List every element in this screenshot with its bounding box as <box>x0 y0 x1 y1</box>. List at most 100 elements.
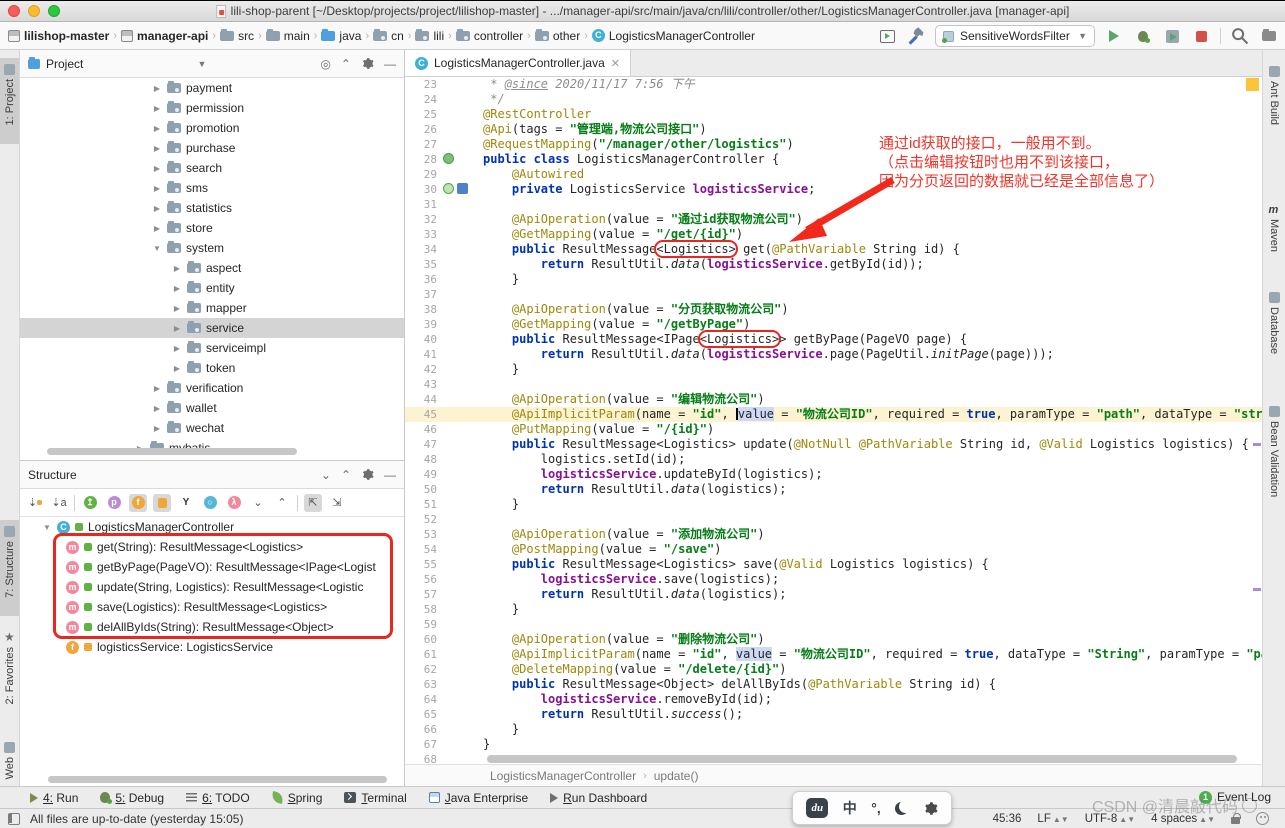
expand-all-icon[interactable]: ⌄ <box>249 494 267 512</box>
show-fields-icon[interactable]: f <box>129 493 147 512</box>
project-structure-button[interactable] <box>1259 26 1279 46</box>
code-line-59[interactable]: 59 <box>405 617 1262 632</box>
code-line-33[interactable]: 33 @GetMapping(value = "/get/{id}") <box>405 227 1262 242</box>
code-line-29[interactable]: 29 @Autowired <box>405 167 1262 182</box>
chevron-collapsed-icon[interactable]: ▶ <box>152 124 162 133</box>
code-line-28[interactable]: 28 public class LogisticsManagerControlle… <box>405 152 1262 167</box>
chevron-collapsed-icon[interactable]: ▶ <box>172 304 182 313</box>
code-line-55[interactable]: 55 public ResultMessage<Logistics> save(… <box>405 557 1262 572</box>
code-line-34[interactable]: 34 public ResultMessage<Logistics> get(@… <box>405 242 1262 257</box>
code-line-65[interactable]: 65 return ResultUtil.success(); <box>405 707 1262 722</box>
code-line-39[interactable]: 39 @GetMapping(value = "/getByPage") <box>405 317 1262 332</box>
code-line-42[interactable]: 42 } <box>405 362 1262 377</box>
code-line-61[interactable]: 61 @ApiImplicitParam(name = "id", value … <box>405 647 1262 662</box>
chevron-collapsed-icon[interactable]: ▶ <box>172 284 182 293</box>
collapse-all-icon[interactable]: ⌃ <box>341 58 351 70</box>
hide-panel-icon[interactable]: — <box>384 58 396 70</box>
chevron-collapsed-icon[interactable]: ▶ <box>152 84 162 93</box>
code-line-26[interactable]: 26 @Api(tags = "管理端,物流公司接口") <box>405 122 1262 137</box>
encoding-widget[interactable]: UTF-8 ▲▼ <box>1085 813 1135 825</box>
show-lambdas-icon[interactable]: λ <box>225 494 243 512</box>
tree-item-store[interactable]: ▶ store <box>20 218 404 238</box>
gear-icon[interactable] <box>361 468 374 481</box>
tool-window-button-run[interactable]: 4: Run <box>30 791 78 805</box>
chevron-down-icon[interactable]: ▼ <box>197 59 206 69</box>
breadcrumb-item-controller[interactable]: controller <box>455 28 523 43</box>
code-line-57[interactable]: 57 return ResultUtil.data(logistics); <box>405 587 1262 602</box>
stripe-tab-antbuild[interactable]: Ant Build <box>1263 60 1285 131</box>
gear-icon[interactable] <box>361 57 374 70</box>
chevron-collapsed-icon[interactable]: ▶ <box>152 424 162 433</box>
show-interfaces-icon[interactable]: ○ <box>201 494 219 512</box>
breadcrumb-item-main[interactable]: main <box>265 28 310 43</box>
code-line-45[interactable]: 45 @ApiImplicitParam(name = "id", value … <box>405 407 1262 422</box>
code-viewport[interactable]: 23 * @since 2020/11/17 7:56 下午 24 */25 @Re… <box>405 77 1262 770</box>
show-properties-icon[interactable]: p <box>105 494 123 512</box>
sort-by-visibility-icon[interactable]: ⇣ <box>26 494 44 512</box>
indent-widget[interactable]: 4 spaces ▲▼ <box>1151 813 1215 825</box>
line-ending-widget[interactable]: LF ▲▼ <box>1037 813 1068 825</box>
editor-horizontal-scrollbar[interactable] <box>487 755 1237 763</box>
show-anonymous-icon[interactable]: Y <box>177 494 195 512</box>
chevron-collapsed-icon[interactable]: ▶ <box>172 364 182 373</box>
breadcrumb-item-other[interactable]: other <box>534 28 580 43</box>
code-line-54[interactable]: 54 @PostMapping(value = "/save") <box>405 542 1262 557</box>
ime-baidu-icon[interactable]: du <box>806 798 829 818</box>
tree-item-payment[interactable]: ▶ payment <box>20 78 404 98</box>
tree-item-wallet[interactable]: ▶ wallet <box>20 398 404 418</box>
breadcrumb-item-cn[interactable]: cn <box>373 28 404 43</box>
error-stripe-occurrence-mark[interactable] <box>1253 588 1261 591</box>
code-line-43[interactable]: 43 <box>405 377 1262 392</box>
event-log-button[interactable]: 1 Event Log <box>1198 786 1271 808</box>
stop-button[interactable] <box>1191 26 1211 46</box>
breadcrumb-item-src[interactable]: src <box>220 28 254 43</box>
code-line-64[interactable]: 64 logisticsService.removeById(id); <box>405 692 1262 707</box>
code-line-51[interactable]: 51 } <box>405 497 1262 512</box>
code-line-52[interactable]: 52 <box>405 512 1262 527</box>
tool-window-toggle-icon[interactable] <box>8 812 20 825</box>
stripe-tab-favorites[interactable]: ★ 2: Favorites <box>0 626 19 726</box>
code-line-30[interactable]: 30 private LogisticsService logisticsSer… <box>405 182 1262 197</box>
chevron-expanded-icon[interactable]: ▼ <box>42 523 52 532</box>
tree-item-purchase[interactable]: ▶ purchase <box>20 138 404 158</box>
structure-item[interactable]: ▼ C LogisticsManagerController <box>20 517 404 537</box>
code-line-66[interactable]: 66 } <box>405 722 1262 737</box>
spring-bean-icon[interactable] <box>443 153 454 164</box>
stripe-tab-beanvalidation[interactable]: Bean Validation <box>1263 400 1285 503</box>
code-line-37[interactable]: 37 <box>405 287 1262 302</box>
run-with-coverage-button[interactable] <box>1162 26 1182 46</box>
close-tab-icon[interactable]: ✕ <box>611 57 620 70</box>
code-line-47[interactable]: 47 public ResultMessage<Logistics> updat… <box>405 437 1262 452</box>
stripe-tab-database[interactable]: Database <box>1263 286 1285 360</box>
tree-item-sms[interactable]: ▶ sms <box>20 178 404 198</box>
code-line-48[interactable]: 48 logistics.setId(id); <box>405 452 1262 467</box>
run-button[interactable] <box>1104 26 1124 46</box>
project-horizontal-scrollbar[interactable] <box>47 448 297 455</box>
tab-logisticsmanagercontroller[interactable]: C LogisticsManagerController.java ✕ <box>405 50 631 76</box>
chevron-collapsed-icon[interactable]: ▶ <box>172 344 182 353</box>
moon-icon[interactable] <box>895 802 908 815</box>
structure-item[interactable]: m save(Logistics): ResultMessage<Logistic… <box>20 597 404 617</box>
breadcrumb-item-lili[interactable]: lili <box>415 28 444 43</box>
code-line-53[interactable]: 53 @ApiOperation(value = "添加物流公司") <box>405 527 1262 542</box>
structure-horizontal-scrollbar[interactable] <box>48 776 387 783</box>
error-stripe-occurrence-mark[interactable] <box>1253 443 1261 446</box>
tree-item-statistics[interactable]: ▶ statistics <box>20 198 404 218</box>
tree-item-token[interactable]: ▶ token <box>20 358 404 378</box>
breadcrumb-item-java[interactable]: java <box>321 28 361 43</box>
code-line-38[interactable]: 38 @ApiOperation(value = "分页获取物流公司") <box>405 302 1262 317</box>
collapse-all-icon[interactable]: ⌃ <box>273 494 291 512</box>
stripe-tab-project[interactable]: 1: Project <box>0 58 19 144</box>
chevron-collapsed-icon[interactable]: ▶ <box>172 324 182 333</box>
code-line-36[interactable]: 36 } <box>405 272 1262 287</box>
chevron-collapsed-icon[interactable]: ▶ <box>152 224 162 233</box>
locate-file-icon[interactable]: ◎ <box>320 58 330 70</box>
chevron-collapsed-icon[interactable]: ▶ <box>152 164 162 173</box>
code-line-49[interactable]: 49 logisticsService.updateById(logistics… <box>405 467 1262 482</box>
debug-button[interactable] <box>1133 26 1153 46</box>
lock-icon[interactable] <box>1231 812 1241 824</box>
code-line-56[interactable]: 56 logisticsService.save(logistics); <box>405 572 1262 587</box>
chevron-collapsed-icon[interactable]: ▶ <box>152 104 162 113</box>
code-line-25[interactable]: 25 @RestController <box>405 107 1262 122</box>
editor-breadcrumb-item[interactable]: LogisticsManagerController <box>490 769 636 783</box>
